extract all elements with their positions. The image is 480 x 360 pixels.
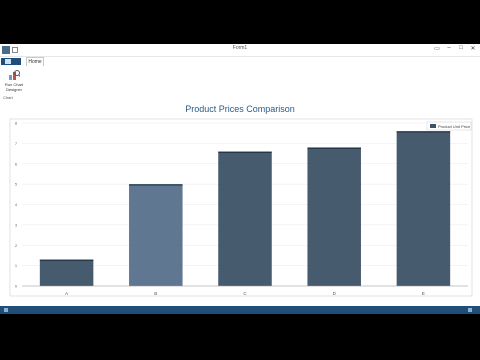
minimize-icon[interactable]: – — [444, 45, 454, 51]
y-tick-label: 7 — [15, 141, 18, 146]
x-tick-label: C — [243, 291, 247, 296]
title-bar: Form1 ▭ – □ ✕ — [0, 44, 480, 57]
maximize-icon[interactable]: □ — [456, 45, 466, 51]
y-axis: 0 1 2 3 4 5 6 7 8 — [15, 121, 18, 289]
tab-home[interactable]: Home — [26, 57, 44, 66]
window-title: Form1 — [232, 45, 248, 51]
ribbon: Run Chart Designer Chart — [0, 66, 480, 123]
bar-a — [39, 259, 94, 286]
x-axis: A B C D E — [22, 285, 468, 296]
x-tick-label: D — [333, 291, 337, 296]
file-tab[interactable] — [1, 58, 21, 65]
x-tick-label: A — [65, 291, 68, 296]
y-tick-label: 8 — [15, 121, 18, 126]
app-window: Form1 ▭ – □ ✕ Home Run Chart Designer Ch… — [0, 44, 480, 314]
chart-title: Product Prices Comparison — [185, 104, 295, 114]
run-chart-designer-button[interactable]: Run Chart Designer — [3, 68, 25, 94]
bar-d — [307, 147, 361, 286]
y-tick-label: 3 — [15, 222, 18, 227]
y-tick-label: 1 — [15, 263, 18, 268]
bars — [39, 131, 451, 286]
y-tick-label: 2 — [15, 243, 18, 248]
restore-icon[interactable]: ▭ — [432, 45, 442, 52]
legend-label: Product Unit Price — [438, 124, 471, 129]
run-chart-designer-label: Run Chart Designer — [4, 82, 24, 92]
chart-area: Product Prices Comparison 0 1 2 3 4 5 6 7 8 A B C D… — [0, 101, 480, 306]
legend-swatch — [430, 124, 436, 128]
close-icon[interactable]: ✕ — [468, 45, 478, 52]
bar-e — [396, 131, 451, 286]
y-tick-label: 4 — [15, 202, 18, 207]
status-indicator — [4, 308, 8, 312]
chart-designer-icon — [9, 70, 20, 80]
y-tick-label: 5 — [15, 182, 18, 187]
bar-b — [129, 184, 183, 286]
bar-c — [218, 151, 272, 286]
y-tick-label: 6 — [15, 161, 18, 166]
resize-grip-icon[interactable] — [468, 308, 472, 312]
bar-chart: Product Prices Comparison 0 1 2 3 4 5 6 7 8 A B C D… — [9, 104, 473, 297]
status-bar — [0, 306, 480, 314]
x-tick-label: E — [422, 291, 425, 296]
legend: Product Unit Price — [426, 121, 472, 131]
ribbon-group-label: Chart — [3, 95, 13, 100]
y-tick-label: 0 — [15, 284, 18, 289]
x-tick-label: B — [154, 291, 157, 296]
